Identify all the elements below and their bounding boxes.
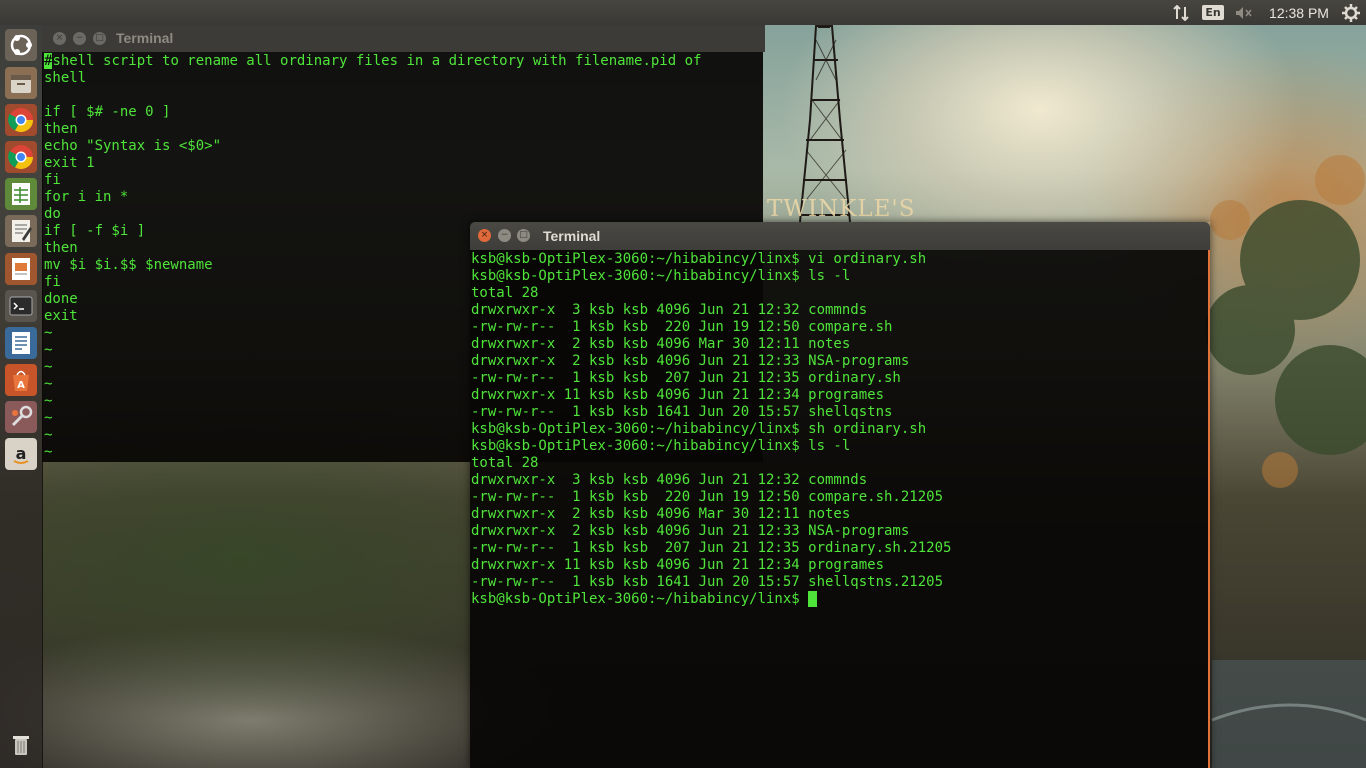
close-button[interactable]: ×	[478, 229, 491, 242]
terminal-output[interactable]: ksb@ksb-OptiPlex-3060:~/hibabincy/linx$ …	[471, 251, 951, 608]
terminal-line: drwxrwxr-x 2 ksb ksb 4096 Jun 21 12:33 N…	[471, 353, 910, 369]
title-bar[interactable]: × − □ Terminal	[470, 222, 1210, 250]
terminal-line: drwxrwxr-x 11 ksb ksb 4096 Jun 21 12:34 …	[471, 557, 885, 573]
svg-text:A: A	[17, 380, 25, 391]
terminal-line: -rw-rw-r-- 1 ksb ksb 207 Jun 21 12:35 or…	[471, 370, 901, 386]
vi-line	[44, 87, 701, 104]
terminal-line: drwxrwxr-x 2 ksb ksb 4096 Mar 30 12:11 n…	[471, 336, 851, 352]
terminal-icon[interactable]	[5, 290, 37, 322]
vi-line: do	[44, 206, 61, 222]
vi-line: shell	[44, 70, 87, 86]
terminal-line: drwxrwxr-x 3 ksb ksb 4096 Jun 21 12:32 c…	[471, 472, 868, 488]
window-title: Terminal	[543, 228, 601, 244]
clock[interactable]: 12:38 PM	[1262, 0, 1336, 25]
trash-icon[interactable]	[5, 729, 37, 761]
top-panel: En 12:38 PM	[0, 0, 1366, 25]
terminal-body[interactable]: ksb@ksb-OptiPlex-3060:~/hibabincy/linx$ …	[470, 250, 1210, 768]
svg-text:a: a	[16, 444, 27, 463]
text-editor-icon[interactable]	[5, 215, 37, 247]
terminal-line: drwxrwxr-x 2 ksb ksb 4096 Mar 30 12:11 n…	[471, 506, 851, 522]
vi-line: echo "Syntax is <$0>"	[44, 138, 222, 154]
terminal-line: total 28	[471, 455, 539, 471]
spreadsheet-icon[interactable]	[5, 178, 37, 210]
terminal-line: -rw-rw-r-- 1 ksb ksb 207 Jun 21 12:35 or…	[471, 540, 952, 556]
launcher: A a	[0, 25, 43, 768]
settings-icon[interactable]	[5, 401, 37, 433]
terminal-line: ksb@ksb-OptiPlex-3060:~/hibabincy/linx$ …	[471, 251, 927, 267]
amazon-icon[interactable]: a	[5, 438, 37, 470]
clock-label: 12:38 PM	[1269, 4, 1329, 21]
wallpaper-text: TWINKLE'S	[767, 196, 916, 222]
software-center-icon[interactable]: A	[5, 364, 37, 396]
terminal-window-shell[interactable]: × − □ Terminal ksb@ksb-OptiPlex-3060:~/h…	[470, 222, 1210, 768]
maximize-button[interactable]: □	[93, 32, 106, 45]
vi-line: if [ $# -ne 0 ]	[44, 104, 171, 120]
network-arrows-icon[interactable]	[1168, 0, 1194, 25]
vi-line: #shell script to rename all ordinary fil…	[44, 53, 702, 69]
text-cursor	[808, 591, 818, 607]
vi-line: then	[44, 121, 78, 137]
terminal-line: ksb@ksb-OptiPlex-3060:~/hibabincy/linx$ …	[471, 421, 927, 437]
chrome-icon[interactable]	[5, 141, 37, 173]
terminal-line: drwxrwxr-x 3 ksb ksb 4096 Jun 21 12:32 c…	[471, 302, 868, 318]
terminal-line: ksb@ksb-OptiPlex-3060:~/hibabincy/linx$ …	[471, 438, 851, 454]
terminal-line: drwxrwxr-x 2 ksb ksb 4096 Jun 21 12:33 N…	[471, 523, 910, 539]
terminal-line: -rw-rw-r-- 1 ksb ksb 1641 Jun 20 15:57 s…	[471, 574, 944, 590]
close-button[interactable]: ×	[53, 32, 66, 45]
maximize-button[interactable]: □	[517, 229, 530, 242]
vi-line: for i in *	[44, 189, 129, 205]
terminal-line: ksb@ksb-OptiPlex-3060:~/hibabincy/linx$ …	[471, 268, 851, 284]
terminal-line: -rw-rw-r-- 1 ksb ksb 220 Jun 19 12:50 co…	[471, 319, 893, 335]
gear-icon[interactable]	[1339, 0, 1363, 25]
title-bar[interactable]: × − □ Terminal	[42, 25, 765, 52]
volume-muted-icon[interactable]	[1232, 0, 1256, 25]
terminal-line: drwxrwxr-x 11 ksb ksb 4096 Jun 21 12:34 …	[471, 387, 885, 403]
chrome-icon[interactable]	[5, 104, 37, 136]
terminal-line: -rw-rw-r-- 1 ksb ksb 220 Jun 19 12:50 co…	[471, 489, 944, 505]
keyboard-layout-indicator[interactable]: En	[1200, 0, 1226, 25]
dash-ubuntu-icon[interactable]	[5, 29, 37, 61]
minimize-button[interactable]: −	[498, 229, 511, 242]
window-title: Terminal	[116, 30, 174, 46]
document-icon[interactable]	[5, 327, 37, 359]
presentation-icon[interactable]	[5, 253, 37, 285]
minimize-button[interactable]: −	[73, 32, 86, 45]
prompt: ksb@ksb-OptiPlex-3060:~/hibabincy/linx$	[471, 591, 809, 607]
terminal-line: total 28	[471, 285, 539, 301]
files-icon[interactable]	[5, 67, 37, 99]
terminal-line: -rw-rw-r-- 1 ksb ksb 1641 Jun 20 15:57 s…	[471, 404, 893, 420]
vi-line: fi	[44, 172, 61, 188]
keyboard-layout-label: En	[1202, 5, 1224, 20]
vi-line: exit 1	[44, 155, 95, 171]
prompt-line[interactable]: ksb@ksb-OptiPlex-3060:~/hibabincy/linx$	[471, 591, 951, 608]
vi-cursor: #	[44, 53, 53, 69]
